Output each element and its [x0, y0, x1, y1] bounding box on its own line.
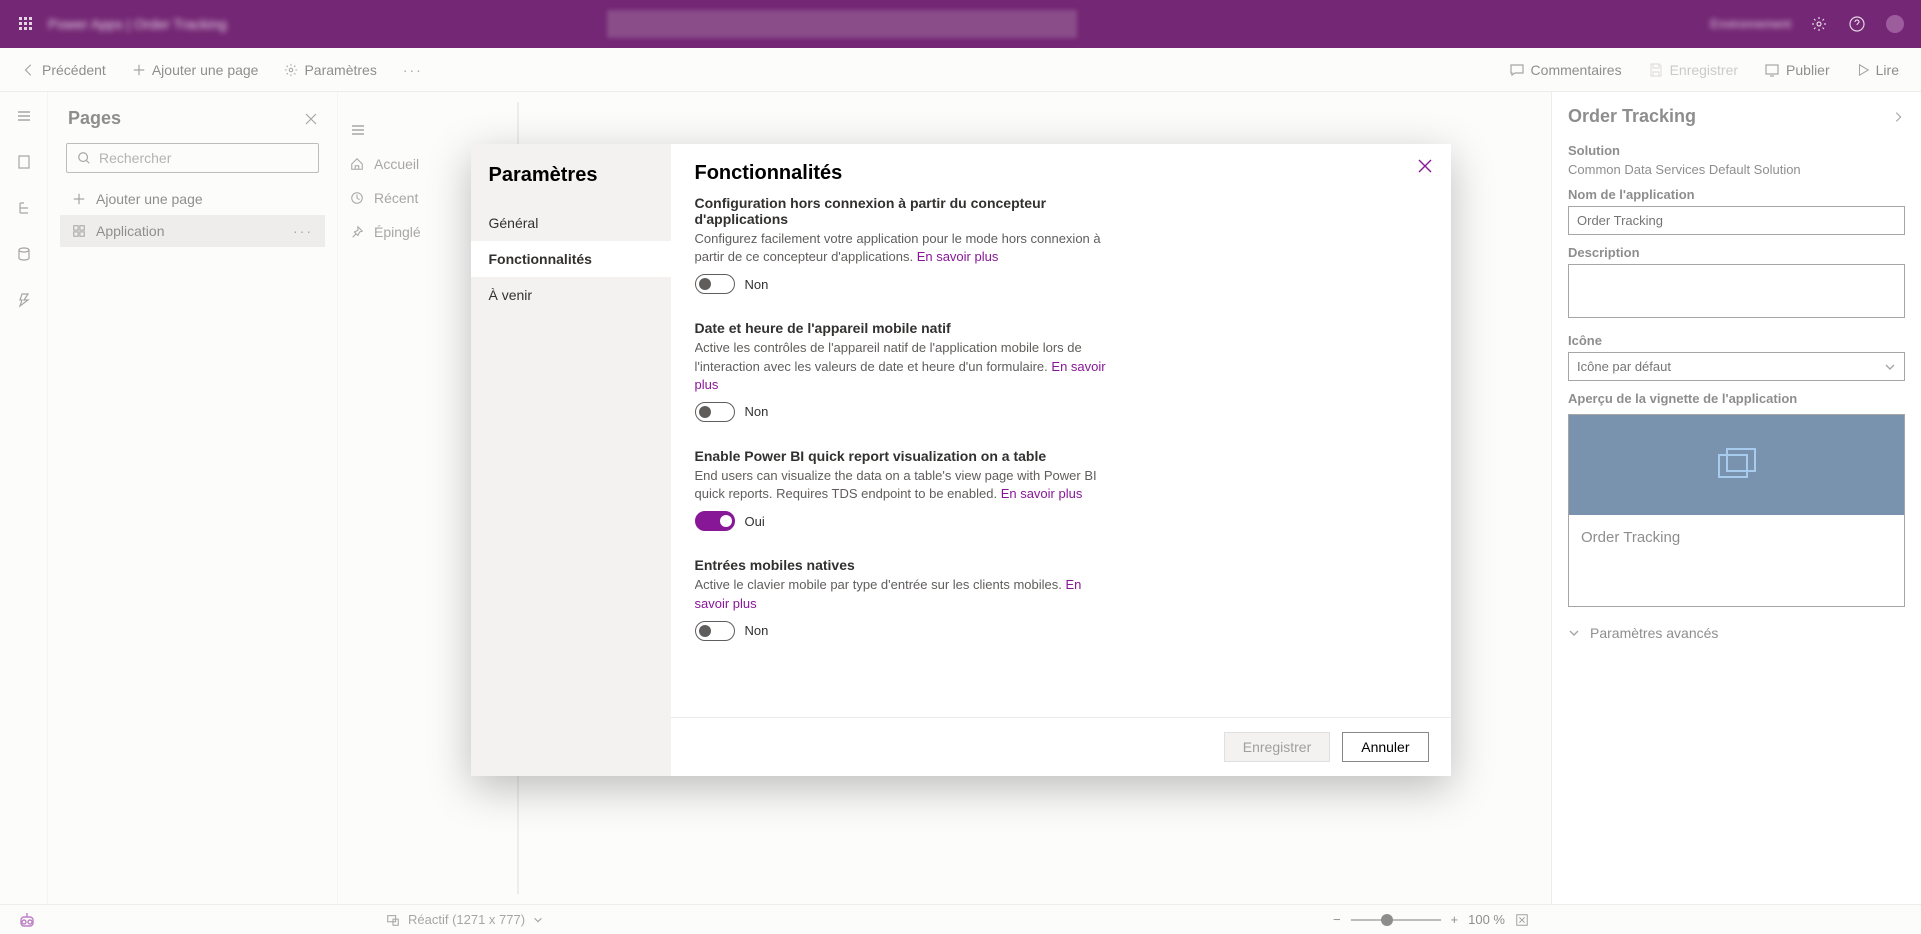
modal-footer: Enregistrer Annuler	[671, 717, 1451, 776]
feature-toggle[interactable]	[695, 402, 735, 422]
feature-toggle[interactable]	[695, 621, 735, 641]
account-icon[interactable]	[1885, 14, 1905, 34]
feature-offline-config: Configuration hors connexion à partir du…	[695, 195, 1115, 294]
learn-more-link[interactable]: En savoir plus	[1001, 486, 1083, 501]
feature-toggle[interactable]	[695, 274, 735, 294]
modal-side-upcoming[interactable]: À venir	[471, 277, 671, 313]
toggle-state: Non	[745, 404, 769, 419]
modal-overlay: Paramètres Général Fonctionnalités À ven…	[0, 48, 1921, 934]
feature-powerbi-quickreport: Enable Power BI quick report visualizati…	[695, 448, 1115, 531]
feature-title: Configuration hors connexion à partir du…	[695, 195, 1115, 227]
feature-native-datetime: Date et heure de l'appareil mobile natif…	[695, 320, 1115, 422]
settings-icon[interactable]	[1809, 14, 1829, 34]
environment-label[interactable]: Environnement	[1710, 17, 1791, 31]
toggle-state: Non	[745, 277, 769, 292]
feature-title: Date et heure de l'appareil mobile natif	[695, 320, 1115, 336]
top-app-bar: Power Apps | Order Tracking Environnemen…	[0, 0, 1921, 48]
app-title: Power Apps | Order Tracking	[48, 16, 227, 32]
feature-native-mobile-inputs: Entrées mobiles natives Active le clavie…	[695, 557, 1115, 640]
toggle-state: Non	[745, 623, 769, 638]
feature-desc: Active les contrôles de l'appareil natif…	[695, 339, 1115, 394]
global-search[interactable]	[607, 10, 1077, 38]
modal-close-button[interactable]	[1417, 158, 1433, 174]
settings-modal: Paramètres Général Fonctionnalités À ven…	[471, 144, 1451, 776]
modal-title: Fonctionnalités	[695, 162, 1427, 185]
waffle-icon[interactable]	[16, 14, 36, 34]
modal-cancel-button[interactable]: Annuler	[1342, 732, 1428, 762]
modal-sidebar-title: Paramètres	[471, 164, 671, 205]
feature-toggle[interactable]	[695, 511, 735, 531]
feature-title: Enable Power BI quick report visualizati…	[695, 448, 1115, 464]
modal-save-button[interactable]: Enregistrer	[1224, 732, 1330, 762]
learn-more-link[interactable]: En savoir plus	[917, 249, 999, 264]
modal-side-general[interactable]: Général	[471, 205, 671, 241]
feature-desc: Active le clavier mobile par type d'entr…	[695, 576, 1115, 612]
modal-scroll-area[interactable]: Configuration hors connexion à partir du…	[695, 195, 1427, 709]
toggle-state: Oui	[745, 514, 765, 529]
help-icon[interactable]	[1847, 14, 1867, 34]
feature-desc: Configurez facilement votre application …	[695, 230, 1115, 266]
feature-title: Entrées mobiles natives	[695, 557, 1115, 573]
feature-desc: End users can visualize the data on a ta…	[695, 467, 1115, 503]
modal-side-features[interactable]: Fonctionnalités	[471, 241, 671, 277]
modal-sidebar: Paramètres Général Fonctionnalités À ven…	[471, 144, 671, 776]
